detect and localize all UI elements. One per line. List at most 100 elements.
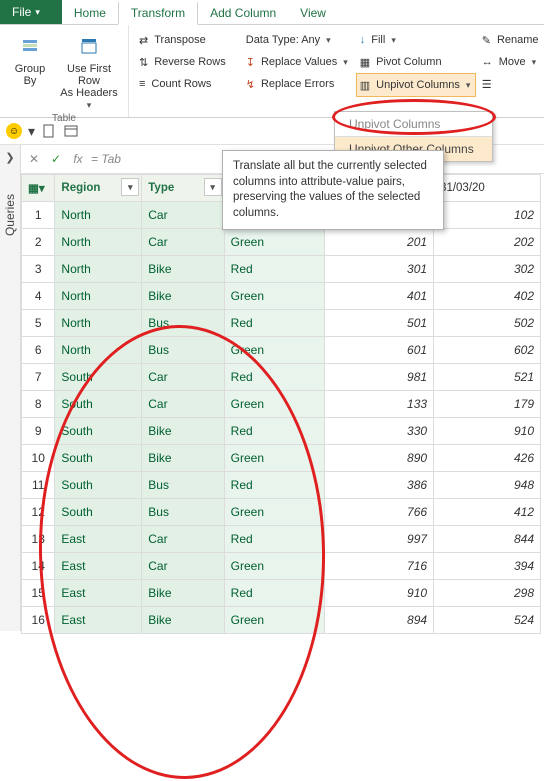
expand-icon[interactable]: ❯ xyxy=(5,151,14,164)
cell-d2[interactable]: 298 xyxy=(434,580,541,607)
cell-d1[interactable]: 386 xyxy=(324,472,433,499)
cell-region[interactable]: North xyxy=(55,256,142,283)
fill-button[interactable]: ↓ Fill xyxy=(356,29,476,51)
cell-region[interactable]: South xyxy=(55,418,142,445)
accept-step-icon[interactable]: ✓ xyxy=(47,152,65,166)
cell-d1[interactable]: 716 xyxy=(324,553,433,580)
tab-view[interactable]: View xyxy=(288,0,338,24)
cell-d1[interactable]: 981 xyxy=(324,364,433,391)
cell-type[interactable]: Car xyxy=(142,364,224,391)
cell-d2[interactable]: 102 xyxy=(434,202,541,229)
use-first-row-button[interactable]: Use First Row As Headers xyxy=(56,29,122,111)
cell-d1[interactable]: 401 xyxy=(324,283,433,310)
row-number[interactable]: 16 xyxy=(22,607,55,634)
filter-icon[interactable]: ▾ xyxy=(121,178,139,196)
row-number[interactable]: 11 xyxy=(22,472,55,499)
cell-colour[interactable]: Red xyxy=(224,580,324,607)
table-row[interactable]: 4NorthBikeGreen401402 xyxy=(22,283,541,310)
cell-region[interactable]: North xyxy=(55,229,142,256)
cell-d1[interactable]: 201 xyxy=(324,229,433,256)
cell-d2[interactable]: 394 xyxy=(434,553,541,580)
cell-type[interactable]: Car xyxy=(142,202,224,229)
cell-region[interactable]: South xyxy=(55,391,142,418)
cell-type[interactable]: Bus xyxy=(142,499,224,526)
cell-d1[interactable]: 330 xyxy=(324,418,433,445)
cell-d2[interactable]: 524 xyxy=(434,607,541,634)
cell-d1[interactable]: 133 xyxy=(324,391,433,418)
cell-d2[interactable]: 412 xyxy=(434,499,541,526)
filter-icon[interactable]: ▾ xyxy=(204,178,222,196)
cell-d1[interactable]: 601 xyxy=(324,337,433,364)
cell-type[interactable]: Bus xyxy=(142,310,224,337)
data-grid[interactable]: ▦▾ Region▾ Type▾ Colour▾ 1/2015▾ 31/03/2… xyxy=(21,174,541,634)
cell-region[interactable]: North xyxy=(55,202,142,229)
cell-region[interactable]: East xyxy=(55,607,142,634)
cell-d2[interactable]: 402 xyxy=(434,283,541,310)
cell-type[interactable]: Car xyxy=(142,553,224,580)
table-row[interactable]: 2NorthCarGreen201202 xyxy=(22,229,541,256)
smiley-icon[interactable]: ☺ xyxy=(6,123,22,139)
cell-type[interactable]: Bus xyxy=(142,337,224,364)
replace-errors-button[interactable]: ↯ Replace Errors xyxy=(242,73,354,95)
cell-type[interactable]: Bike xyxy=(142,283,224,310)
cell-d1[interactable]: 501 xyxy=(324,310,433,337)
table-row[interactable]: 8SouthCarGreen133179 xyxy=(22,391,541,418)
row-number[interactable]: 13 xyxy=(22,526,55,553)
row-number[interactable]: 6 xyxy=(22,337,55,364)
qa-doc-icon[interactable] xyxy=(41,123,57,139)
cell-colour[interactable]: Red xyxy=(224,526,324,553)
cell-d2[interactable]: 502 xyxy=(434,310,541,337)
cell-region[interactable]: South xyxy=(55,364,142,391)
cell-d1[interactable]: 894 xyxy=(324,607,433,634)
cell-d1[interactable]: 910 xyxy=(324,580,433,607)
cell-region[interactable]: East xyxy=(55,553,142,580)
cell-d2[interactable]: 302 xyxy=(434,256,541,283)
cell-type[interactable]: Bus xyxy=(142,472,224,499)
cell-d2[interactable]: 202 xyxy=(434,229,541,256)
rename-button[interactable]: ✎ Rename xyxy=(478,29,544,51)
move-button[interactable]: ↔ Move xyxy=(478,51,544,73)
cell-region[interactable]: South xyxy=(55,472,142,499)
pivot-column-button[interactable]: ▦ Pivot Column xyxy=(356,51,476,73)
unpivot-columns-button[interactable]: ▥ Unpivot Columns xyxy=(356,73,476,97)
cell-d2[interactable]: 521 xyxy=(434,364,541,391)
cell-d1[interactable]: 301 xyxy=(324,256,433,283)
table-row[interactable]: 12SouthBusGreen766412 xyxy=(22,499,541,526)
tab-home[interactable]: Home xyxy=(62,0,118,24)
table-row[interactable]: 3NorthBikeRed301302 xyxy=(22,256,541,283)
table-row[interactable]: 9SouthBikeRed330910 xyxy=(22,418,541,445)
delete-step-icon[interactable]: ✕ xyxy=(25,152,43,166)
cell-d2[interactable]: 179 xyxy=(434,391,541,418)
table-row[interactable]: 14EastCarGreen716394 xyxy=(22,553,541,580)
cell-region[interactable]: East xyxy=(55,580,142,607)
cell-d1[interactable]: 890 xyxy=(324,445,433,472)
cell-colour[interactable]: Green xyxy=(224,499,324,526)
cell-region[interactable]: South xyxy=(55,499,142,526)
menu-item-unpivot-columns[interactable]: Unpivot Columns xyxy=(335,112,492,137)
col-header-region[interactable]: Region▾ xyxy=(55,175,142,202)
cell-d2[interactable]: 426 xyxy=(434,445,541,472)
cell-type[interactable]: Bike xyxy=(142,580,224,607)
transpose-button[interactable]: ⇄ Transpose xyxy=(135,29,230,51)
cell-region[interactable]: North xyxy=(55,310,142,337)
cell-d2[interactable]: 910 xyxy=(434,418,541,445)
table-row[interactable]: 16EastBikeGreen894524 xyxy=(22,607,541,634)
cell-colour[interactable]: Green xyxy=(224,283,324,310)
row-number[interactable]: 2 xyxy=(22,229,55,256)
qa-props-icon[interactable] xyxy=(63,123,79,139)
row-number[interactable]: 12 xyxy=(22,499,55,526)
row-number[interactable]: 14 xyxy=(22,553,55,580)
cell-region[interactable]: North xyxy=(55,283,142,310)
cell-type[interactable]: Bike xyxy=(142,445,224,472)
row-number[interactable]: 15 xyxy=(22,580,55,607)
cell-d2[interactable]: 948 xyxy=(434,472,541,499)
cell-region[interactable]: East xyxy=(55,526,142,553)
row-number[interactable]: 9 xyxy=(22,418,55,445)
fx-icon[interactable]: fx xyxy=(69,152,87,166)
cell-colour[interactable]: Green xyxy=(224,391,324,418)
data-type-button[interactable]: Data Type: Any xyxy=(242,29,354,51)
cell-colour[interactable]: Green xyxy=(224,445,324,472)
reverse-rows-button[interactable]: ⇅ Reverse Rows xyxy=(135,51,230,73)
table-row[interactable]: 6NorthBusGreen601602 xyxy=(22,337,541,364)
convert-list-button[interactable]: ☰ xyxy=(478,73,544,95)
